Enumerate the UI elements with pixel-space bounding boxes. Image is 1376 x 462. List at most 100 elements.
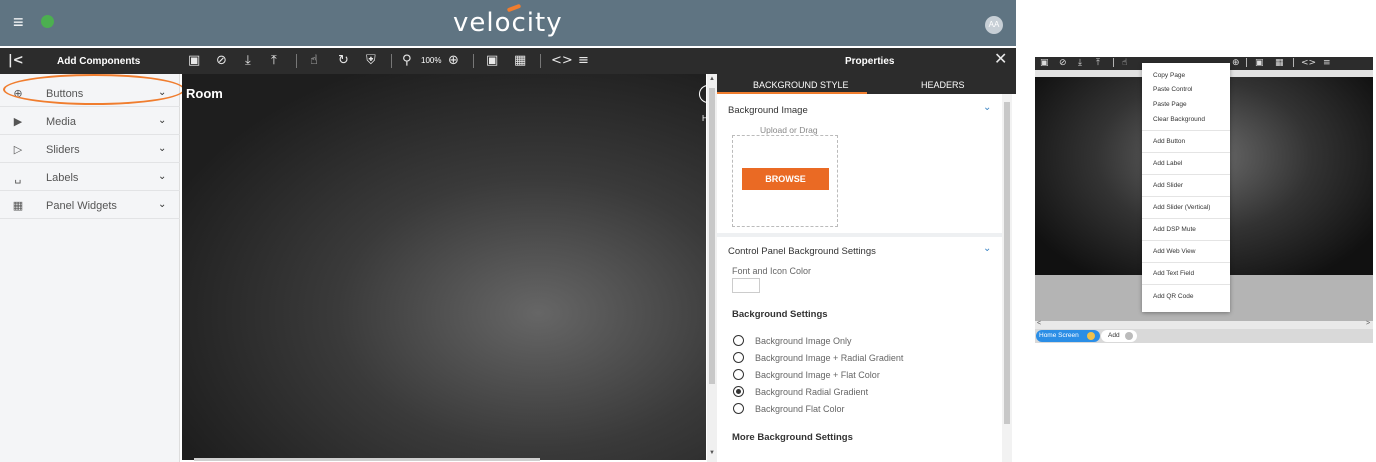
info-icon[interactable]	[1087, 332, 1095, 340]
settings-sliders-icon[interactable]: ≡	[578, 53, 589, 68]
rotate-orientation-icon[interactable]: ⊘	[1059, 58, 1067, 68]
scrollbar-thumb[interactable]	[709, 88, 715, 384]
plus-icon[interactable]	[1125, 332, 1133, 340]
tab-add-page[interactable]: Add	[1101, 330, 1137, 342]
collapse-left-icon[interactable]: |<	[8, 53, 24, 68]
widgets-icon: ▦	[12, 199, 24, 212]
radio-button[interactable]	[733, 369, 744, 380]
menu-divider	[1142, 152, 1230, 153]
avatar[interactable]: AA	[985, 16, 1003, 34]
tab-label: Add	[1108, 332, 1120, 339]
grid-icon[interactable]: ▦	[1275, 58, 1284, 68]
menu-item-paste-page[interactable]: Paste Page	[1153, 101, 1187, 108]
radio-button[interactable]	[733, 352, 744, 363]
radio-bg-radial-gradient[interactable]: Background Radial Gradient	[732, 386, 992, 400]
preview-icon[interactable]: ▣	[188, 53, 200, 68]
menu-divider	[1142, 196, 1230, 197]
close-icon[interactable]: ✕	[994, 51, 1007, 67]
active-tab-indicator	[717, 92, 867, 94]
section-divider	[717, 233, 1002, 237]
radio-bg-image-only[interactable]: Background Image Only	[732, 335, 992, 349]
label-icon: ␣	[14, 171, 22, 184]
menu-item-add-dsp-mute[interactable]: Add DSP Mute	[1153, 226, 1196, 233]
tab-background-style[interactable]: BACKGROUND STYLE	[753, 80, 849, 90]
radio-bg-image-flat[interactable]: Background Image + Flat Color	[732, 369, 992, 383]
code-icon[interactable]: <>	[1301, 58, 1316, 68]
design-canvas[interactable]: Room	[182, 74, 706, 460]
menu-item-add-slider[interactable]: Add Slider	[1153, 182, 1183, 189]
canvas-vertical-scrollbar[interactable]: ▲ ▼	[707, 74, 717, 462]
canvas-horizontal-scrollbar[interactable]	[194, 458, 540, 461]
hamburger-menu-icon[interactable]: ≡	[13, 13, 24, 31]
lock-icon[interactable]: ▣	[1255, 58, 1264, 68]
menu-divider	[1142, 218, 1230, 219]
properties-scrollbar[interactable]	[1002, 94, 1012, 462]
scroll-left-icon[interactable]: <	[1037, 320, 1041, 327]
properties-tabs: BACKGROUND STYLE HEADERS	[717, 74, 1016, 94]
page-tabs: Home Screen Add	[1035, 329, 1373, 343]
chevron-down-icon: ⌄	[158, 199, 167, 210]
chevron-down-icon[interactable]: ⌄	[983, 243, 991, 254]
font-color-swatch[interactable]	[732, 278, 760, 293]
menu-item-copy-page[interactable]: Copy Page	[1153, 72, 1185, 79]
sidebar-item-sliders[interactable]: ▷ Sliders ⌄	[0, 135, 180, 163]
settings-sliders-icon[interactable]: ≡	[1323, 58, 1331, 68]
menu-divider	[1142, 262, 1230, 263]
zoom-level: 100%	[421, 56, 442, 65]
scroll-up-icon[interactable]: ▲	[709, 76, 715, 82]
highlight-annotation	[3, 74, 185, 105]
menu-item-add-slider-vertical[interactable]: Add Slider (Vertical)	[1153, 204, 1210, 211]
chevron-down-icon: ⌄	[158, 171, 167, 182]
touch-icon[interactable]: ☝	[310, 53, 318, 68]
menu-item-add-label[interactable]: Add Label	[1153, 160, 1182, 167]
menu-item-paste-control[interactable]: Paste Control	[1153, 86, 1192, 93]
context-menu: Copy Page Paste Control Paste Page Clear…	[1142, 63, 1230, 312]
upload-icon[interactable]: ⤒	[271, 53, 277, 68]
menu-item-clear-background[interactable]: Clear Background	[1153, 116, 1205, 123]
download-icon[interactable]: ⤓	[1078, 58, 1082, 68]
tab-headers[interactable]: HEADERS	[921, 80, 965, 90]
menu-item-add-text-field[interactable]: Add Text Field	[1153, 270, 1194, 277]
zoom-in-icon[interactable]: ⊕	[448, 53, 459, 68]
tab-home-screen[interactable]: Home Screen	[1036, 330, 1100, 342]
chevron-down-icon[interactable]: ⌄	[983, 102, 991, 113]
radio-bg-flat-color[interactable]: Background Flat Color	[732, 403, 992, 417]
sidebar-item-panel-widgets[interactable]: ▦ Panel Widgets ⌄	[0, 191, 180, 219]
page-title: Room	[186, 86, 223, 101]
upload-icon[interactable]: ⤒	[1096, 58, 1100, 68]
zoom-out-icon[interactable]: ⚲	[402, 53, 412, 68]
menu-item-add-web-view[interactable]: Add Web View	[1153, 248, 1195, 255]
sidebar-item-labels[interactable]: ␣ Labels ⌄	[0, 163, 180, 191]
sidebar-item-media[interactable]: ▶ Media ⌄	[0, 107, 180, 135]
code-icon[interactable]: <>	[551, 53, 573, 68]
toolbar-divider: |	[1112, 58, 1116, 68]
radio-button-selected[interactable]	[733, 386, 744, 397]
radio-button[interactable]	[733, 403, 744, 414]
add-components-title: Add Components	[57, 56, 141, 67]
grid-icon[interactable]: ▦	[514, 53, 526, 68]
touch-icon[interactable]: ☝	[1122, 58, 1127, 68]
zoom-icon[interactable]: ⊕	[1232, 58, 1240, 68]
download-icon[interactable]: ⤓	[245, 53, 251, 68]
sidebar-item-label: Media	[46, 116, 76, 128]
upload-dropzone[interactable]: BROWSE	[732, 135, 838, 227]
more-background-settings-title: More Background Settings	[732, 432, 853, 443]
browse-button[interactable]: BROWSE	[742, 168, 829, 190]
lock-icon[interactable]: ▣	[486, 53, 498, 68]
scroll-right-icon[interactable]: >	[1366, 320, 1370, 327]
scroll-down-icon[interactable]: ▼	[709, 450, 715, 456]
menu-divider	[1142, 174, 1230, 175]
preview-horizontal-scrollbar[interactable]: < >	[1035, 320, 1373, 329]
background-image-title: Background Image	[728, 105, 808, 116]
toolbar-divider: |	[1292, 58, 1296, 68]
rotate-orientation-icon[interactable]: ⊘	[216, 53, 227, 68]
refresh-icon[interactable]: ↻	[338, 53, 349, 68]
menu-item-add-button[interactable]: Add Button	[1153, 138, 1185, 145]
scrollbar-thumb[interactable]	[1004, 102, 1010, 424]
preview-icon[interactable]: ▣	[1040, 58, 1049, 68]
radio-label: Background Image Only	[755, 336, 852, 346]
shield-icon[interactable]: ⛨	[366, 53, 376, 68]
radio-bg-image-radial[interactable]: Background Image + Radial Gradient	[732, 352, 992, 366]
radio-button[interactable]	[733, 335, 744, 346]
menu-item-add-qr-code[interactable]: Add QR Code	[1153, 293, 1193, 300]
